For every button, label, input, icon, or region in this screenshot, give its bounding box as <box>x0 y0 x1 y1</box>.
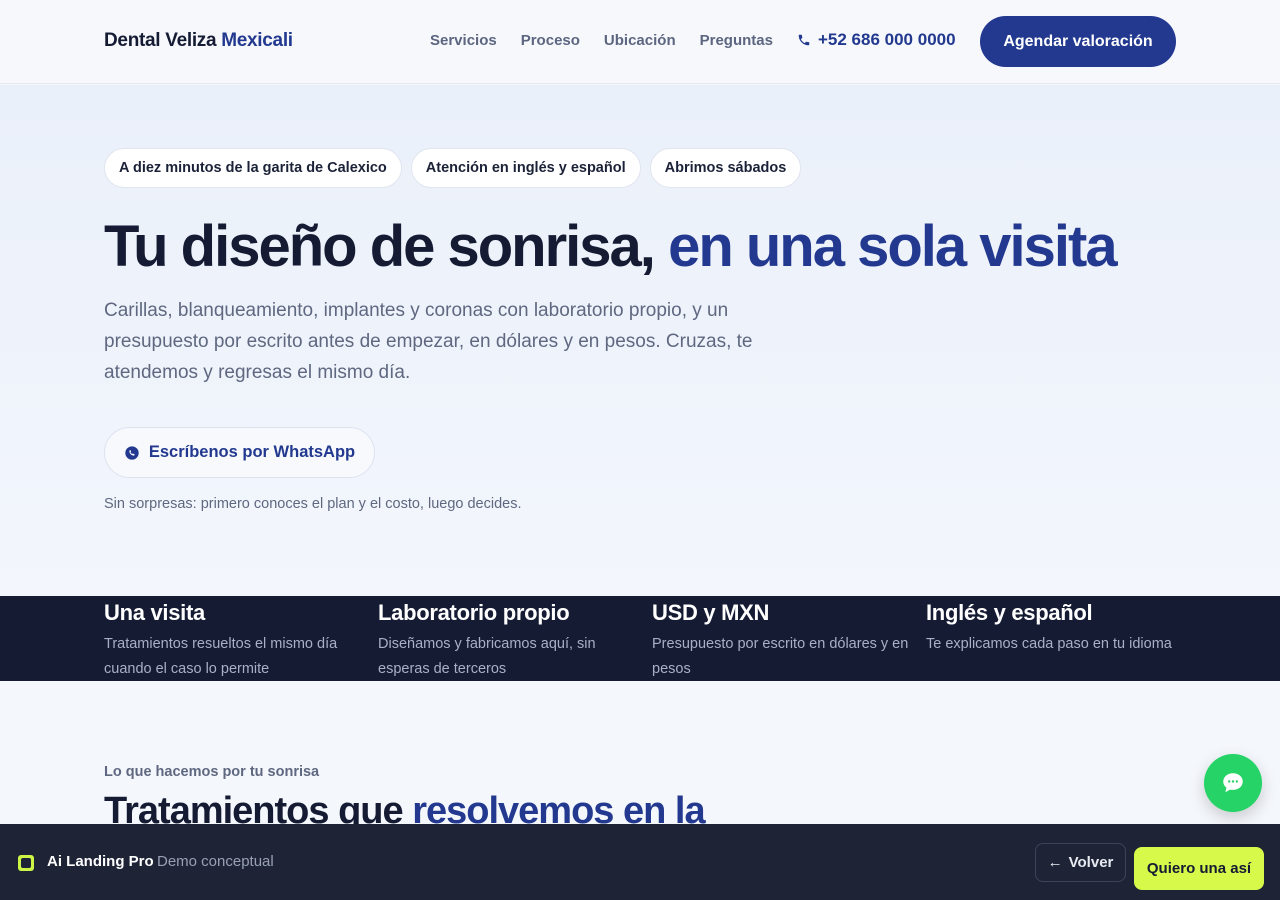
feature-title: Una visita <box>104 600 205 625</box>
feature-desc: Diseñamos y fabricamos aquí, sin esperas… <box>378 636 596 677</box>
hero-title-main: Tu diseño de sonrisa, <box>104 214 656 279</box>
feature-item: Inglés y español Te explicamos cada paso… <box>926 600 1186 657</box>
demo-brand-name: Ai Landing Pro <box>47 853 154 870</box>
feature-title: Laboratorio propio <box>378 600 570 625</box>
whatsapp-button-label: Escríbenos por WhatsApp <box>148 443 356 461</box>
hero-chips: A diez minutos de la garita de Calexico … <box>104 148 802 188</box>
site-header: Dental Veliza Mexicali Servicios Proceso… <box>0 0 1280 84</box>
demo-bar: Ai Landing Pro Demo conceptual ← Volver … <box>0 824 1280 900</box>
hero-title: Tu diseño de sonrisa, en una sola visita <box>104 213 1118 280</box>
chip-saturdays: Abrimos sábados <box>649 148 802 188</box>
main-nav: Servicios Proceso Ubicación Preguntas <box>430 32 773 49</box>
hero-title-accent: en una sola visita <box>668 214 1118 279</box>
services-eyebrow: Lo que hacemos por tu sonrisa <box>104 764 320 780</box>
demo-tag: Demo conceptual <box>157 853 274 870</box>
schedule-button[interactable]: Agendar valoración <box>980 16 1176 67</box>
chip-location: A diez minutos de la garita de Calexico <box>104 148 402 188</box>
nav-link-servicios[interactable]: Servicios <box>430 32 497 49</box>
phone-link[interactable]: +52 686 000 0000 <box>797 30 956 50</box>
arrow-left-icon: ← <box>1047 854 1063 871</box>
chat-icon <box>1223 773 1243 793</box>
phone-icon <box>798 34 810 46</box>
logo-icon <box>18 855 34 871</box>
phone-number: +52 686 000 0000 <box>818 30 956 49</box>
feature-item: USD y MXN Presupuesto por escrito en dól… <box>652 600 912 681</box>
back-button-label: Volver <box>1068 854 1114 871</box>
feature-desc: Te explicamos cada paso en tu idioma <box>926 636 1172 652</box>
hero-subtitle: Carillas, blanqueamiento, implantes y co… <box>104 300 753 383</box>
nav-link-ubicacion[interactable]: Ubicación <box>604 32 676 49</box>
want-one-button[interactable]: Quiero una así <box>1134 847 1264 890</box>
hero-section: A diez minutos de la garita de Calexico … <box>0 85 1280 596</box>
features-band: Una visita Tratamientos resueltos el mis… <box>0 596 1280 681</box>
back-button[interactable]: ← Volver <box>1035 843 1126 882</box>
feature-item: Laboratorio propio Diseñamos y fabricamo… <box>378 600 638 681</box>
nav-link-preguntas[interactable]: Preguntas <box>700 32 773 49</box>
whatsapp-button[interactable]: Escríbenos por WhatsApp <box>104 427 375 478</box>
feature-desc: Tratamientos resueltos el mismo día cuan… <box>104 636 338 677</box>
nav-link-proceso[interactable]: Proceso <box>521 32 580 49</box>
chat-bubble-button[interactable] <box>1204 754 1262 812</box>
whatsapp-icon <box>125 445 139 460</box>
brand-logo[interactable]: Dental Veliza Mexicali <box>104 30 293 52</box>
feature-title: Inglés y español <box>926 600 1093 625</box>
chip-language: Atención en inglés y español <box>410 148 641 188</box>
hero-note: Sin sorpresas: primero conoces el plan y… <box>104 496 522 512</box>
feature-item: Una visita Tratamientos resueltos el mis… <box>104 600 364 681</box>
feature-desc: Presupuesto por escrito en dólares y en … <box>652 636 909 677</box>
brand-accent: Mexicali <box>221 30 293 51</box>
brand-name: Dental Veliza <box>104 30 217 51</box>
feature-title: USD y MXN <box>652 600 770 625</box>
